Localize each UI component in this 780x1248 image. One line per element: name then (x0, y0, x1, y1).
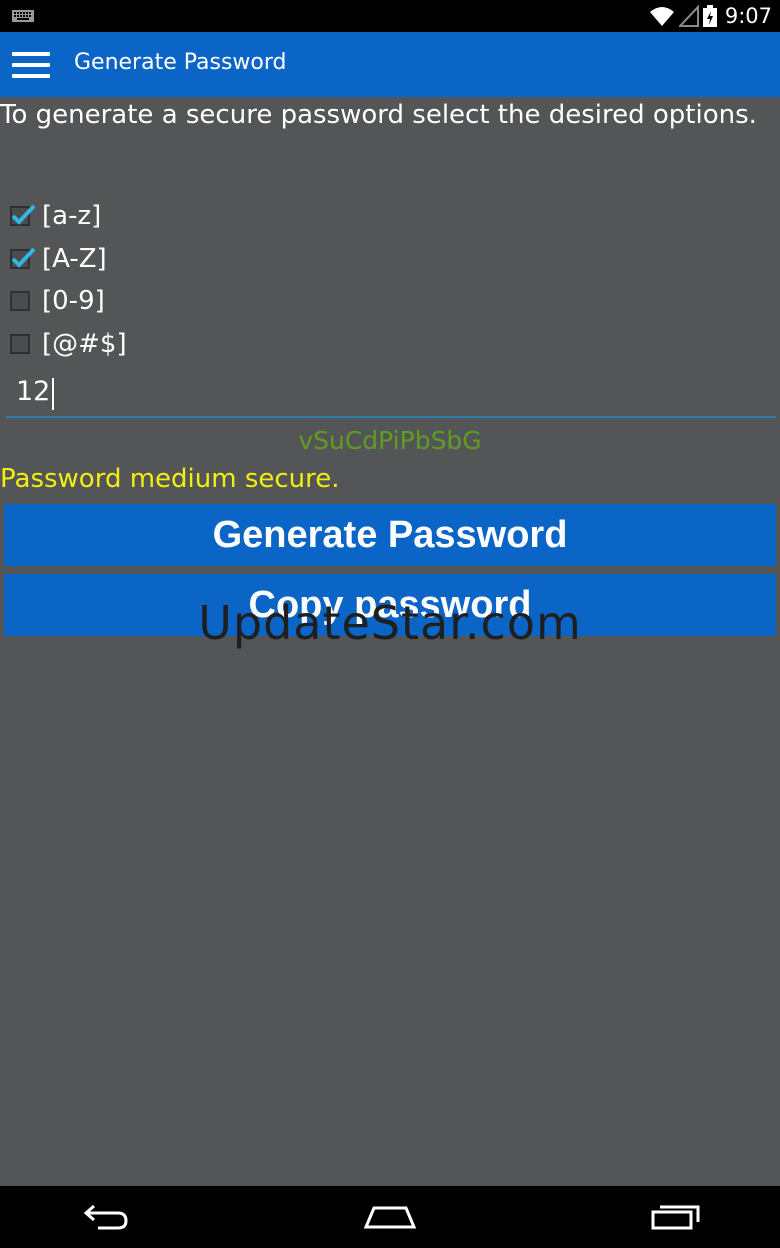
option-digits[interactable]: [0-9] (10, 283, 105, 319)
text-caret (52, 378, 54, 410)
option-uppercase[interactable]: [A-Z] (10, 241, 107, 277)
password-length-field[interactable]: 12 (6, 372, 776, 418)
checkbox-uppercase[interactable] (10, 247, 36, 269)
app-bar: Generate Password (0, 32, 780, 97)
option-label: [0-9] (42, 286, 105, 316)
battery-icon (702, 5, 717, 27)
watermark: UpdateStar.com (198, 596, 582, 650)
page-title: Generate Password (74, 50, 287, 75)
generate-password-button[interactable]: Generate Password (4, 504, 776, 566)
checkmark-icon (11, 247, 36, 268)
hamburger-menu-icon[interactable] (12, 52, 50, 78)
option-symbols[interactable]: [@#$] (10, 326, 127, 362)
password-length-value[interactable]: 12 (16, 376, 50, 407)
back-icon[interactable] (82, 1200, 130, 1234)
status-bar: 9:07 (0, 0, 780, 32)
checkbox-lowercase[interactable] (10, 204, 36, 226)
navigation-bar (0, 1186, 780, 1248)
signal-icon (678, 5, 699, 27)
option-label: [A-Z] (42, 244, 107, 274)
keyboard-icon (12, 10, 34, 22)
checkbox-symbols[interactable] (10, 334, 30, 354)
checkmark-icon (11, 204, 36, 225)
option-lowercase[interactable]: [a-z] (10, 198, 101, 234)
wifi-icon (649, 7, 674, 26)
recent-apps-icon[interactable] (650, 1200, 702, 1234)
checkbox-digits[interactable] (10, 291, 30, 311)
clock-time: 9:07 (724, 4, 772, 28)
generated-password: vSuCdPiPbSbG (298, 426, 482, 455)
option-label: [@#$] (42, 329, 127, 359)
password-strength-text: Password medium secure. (0, 464, 340, 494)
option-label: [a-z] (42, 201, 102, 231)
intro-text: To generate a secure password select the… (0, 100, 757, 130)
home-icon[interactable] (364, 1200, 416, 1234)
